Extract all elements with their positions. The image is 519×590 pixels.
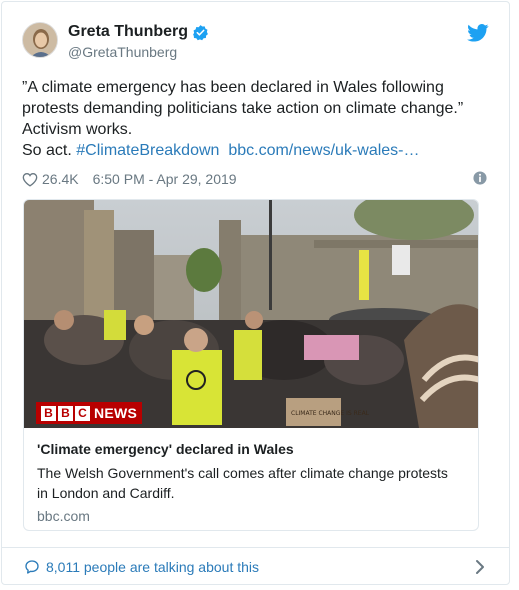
bbc-logo-letter: C xyxy=(75,405,90,421)
embedded-tweet[interactable]: Greta Thunberg @GretaThunberg ”A climate… xyxy=(1,1,510,585)
hashtag-link[interactable]: #ClimateBreakdown xyxy=(76,142,219,159)
conversation-link[interactable]: 8,011 people are talking about this xyxy=(46,559,259,575)
card-description-line: The Welsh Government's call comes after … xyxy=(37,465,448,481)
timestamp[interactable]: 6:50 PM - Apr 29, 2019 xyxy=(93,171,237,187)
article-link[interactable]: bbc.com/news/uk-wales-… xyxy=(228,142,419,159)
display-name[interactable]: Greta Thunberg xyxy=(68,23,188,41)
heart-icon[interactable] xyxy=(22,172,38,187)
handle[interactable]: @GretaThunberg xyxy=(68,44,177,60)
link-preview-card[interactable]: CLIMATE CHANGE IS REAL B B C NEWS 'Clima… xyxy=(23,199,479,531)
card-description: The Welsh Government's call comes after … xyxy=(37,463,466,503)
speech-bubble-icon xyxy=(25,559,39,574)
card-text: 'Climate emergency' declared in Wales Th… xyxy=(37,440,466,526)
like-count[interactable]: 26.4K xyxy=(42,171,79,187)
bbc-logo-letter: B xyxy=(41,405,56,421)
info-icon[interactable] xyxy=(473,171,487,185)
bbc-news-word: NEWS xyxy=(94,405,138,421)
tweet-text: ”A climate emergency has been declared i… xyxy=(22,77,492,161)
card-title[interactable]: 'Climate emergency' declared in Wales xyxy=(37,440,466,459)
tweet-meta: 26.4K 6:50 PM - Apr 29, 2019 xyxy=(22,171,237,187)
avatar[interactable] xyxy=(22,22,58,58)
conversation-footer[interactable]: 8,011 people are talking about this xyxy=(2,547,509,585)
bbc-logo: B B C xyxy=(41,405,90,421)
tweet-text-line: ”A climate emergency has been declared i… xyxy=(22,79,444,96)
tweet-header: Greta Thunberg @GretaThunberg xyxy=(22,22,489,66)
card-domain: bbc.com xyxy=(37,508,90,524)
verified-badge-icon xyxy=(193,24,208,40)
protest-sign-text: CLIMATE CHANGE IS REAL xyxy=(291,410,370,417)
tweet-text-line: Activism works. xyxy=(22,121,133,138)
tweet-text-prefix: So act. xyxy=(22,142,77,159)
card-description-line: in London and Cardiff. xyxy=(37,485,175,501)
bbc-logo-letter: B xyxy=(58,405,73,421)
tweet-text-line: So act. #ClimateBreakdown bbc.com/news/u… xyxy=(22,140,492,161)
protest-photo[interactable]: CLIMATE CHANGE IS REAL xyxy=(24,200,479,428)
name-row: Greta Thunberg xyxy=(68,23,209,41)
tweet-text-line: protests demanding politicians take acti… xyxy=(22,100,464,117)
twitter-bird-icon[interactable] xyxy=(467,24,489,42)
chevron-right-icon[interactable] xyxy=(475,559,485,575)
bbc-news-badge: B B C NEWS xyxy=(36,402,143,424)
